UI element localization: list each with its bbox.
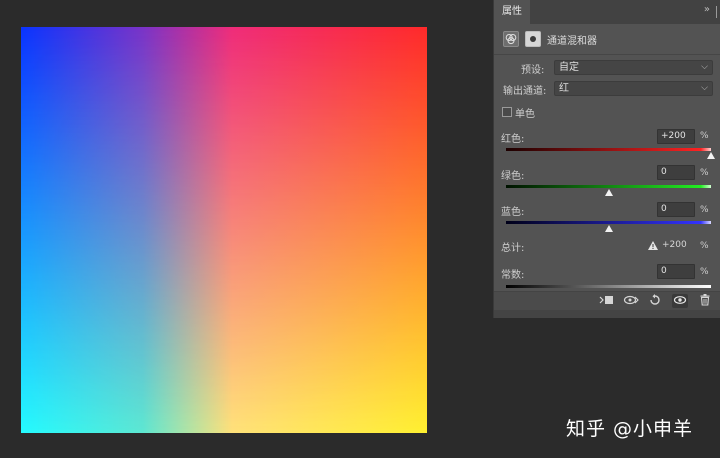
blue-slider-thumb[interactable] [604, 225, 613, 232]
blue-percent: % [700, 205, 709, 215]
watermark: 知乎 @小申羊 [566, 418, 694, 440]
divider [494, 54, 720, 55]
constant-percent: % [700, 267, 709, 277]
blue-label: 蓝色: [501, 207, 525, 218]
output-channel-value: 红 [559, 83, 569, 94]
properties-panel: 属性 » 通道混和器 预设: 自定 ⌵ 输出通道: 红 ⌵ 单色 红色: +20… [493, 0, 720, 318]
green-percent: % [700, 168, 709, 178]
total-value: +200 [662, 240, 687, 250]
view-previous-icon[interactable] [623, 294, 639, 308]
constant-slider-track[interactable] [506, 285, 711, 288]
panel-bottom-toolbar [494, 291, 720, 311]
constant-label: 常数: [501, 270, 525, 281]
warning-icon [648, 241, 658, 250]
chevron-down-icon: ⌵ [701, 83, 708, 93]
channel-mixer-icon [503, 31, 519, 47]
green-label: 绿色: [501, 171, 525, 182]
panel-menu-icon[interactable] [716, 6, 717, 18]
monochrome-checkbox[interactable] [502, 107, 512, 117]
blue-slider-track[interactable] [506, 221, 711, 224]
image-canvas[interactable] [21, 27, 427, 433]
tab-properties[interactable]: 属性 [494, 0, 530, 24]
gradient-bottom [21, 27, 427, 433]
monochrome-label: 单色 [515, 109, 535, 120]
preset-label: 预设: [521, 65, 545, 76]
output-channel-select[interactable]: 红 ⌵ [554, 81, 713, 96]
collapse-icon[interactable]: » [704, 4, 710, 15]
panel-tabbar: 属性 » [494, 0, 720, 24]
red-slider-thumb[interactable] [707, 152, 715, 159]
red-percent: % [700, 131, 709, 141]
chevron-down-icon: ⌵ [701, 62, 708, 72]
clip-to-layer-icon[interactable] [598, 294, 614, 308]
red-label: 红色: [501, 134, 525, 145]
constant-value-input[interactable]: 0 [657, 264, 695, 279]
visibility-icon[interactable] [672, 294, 688, 308]
total-label: 总计: [501, 243, 525, 254]
green-slider-thumb[interactable] [604, 189, 613, 196]
red-value-input[interactable]: +200 [657, 129, 695, 144]
output-channel-label: 输出通道: [503, 86, 547, 97]
adjustment-title: 通道混和器 [547, 36, 597, 47]
blue-value-input[interactable]: 0 [657, 202, 695, 217]
panel-footer [494, 310, 720, 318]
green-slider-track[interactable] [506, 185, 711, 188]
delete-icon[interactable] [697, 294, 713, 308]
layer-mask-icon[interactable] [525, 31, 541, 47]
reset-icon[interactable] [647, 294, 663, 308]
preset-select[interactable]: 自定 ⌵ [554, 60, 713, 75]
preset-value: 自定 [559, 62, 579, 73]
total-percent: % [700, 241, 709, 251]
red-slider-track[interactable] [506, 148, 711, 151]
green-value-input[interactable]: 0 [657, 165, 695, 180]
